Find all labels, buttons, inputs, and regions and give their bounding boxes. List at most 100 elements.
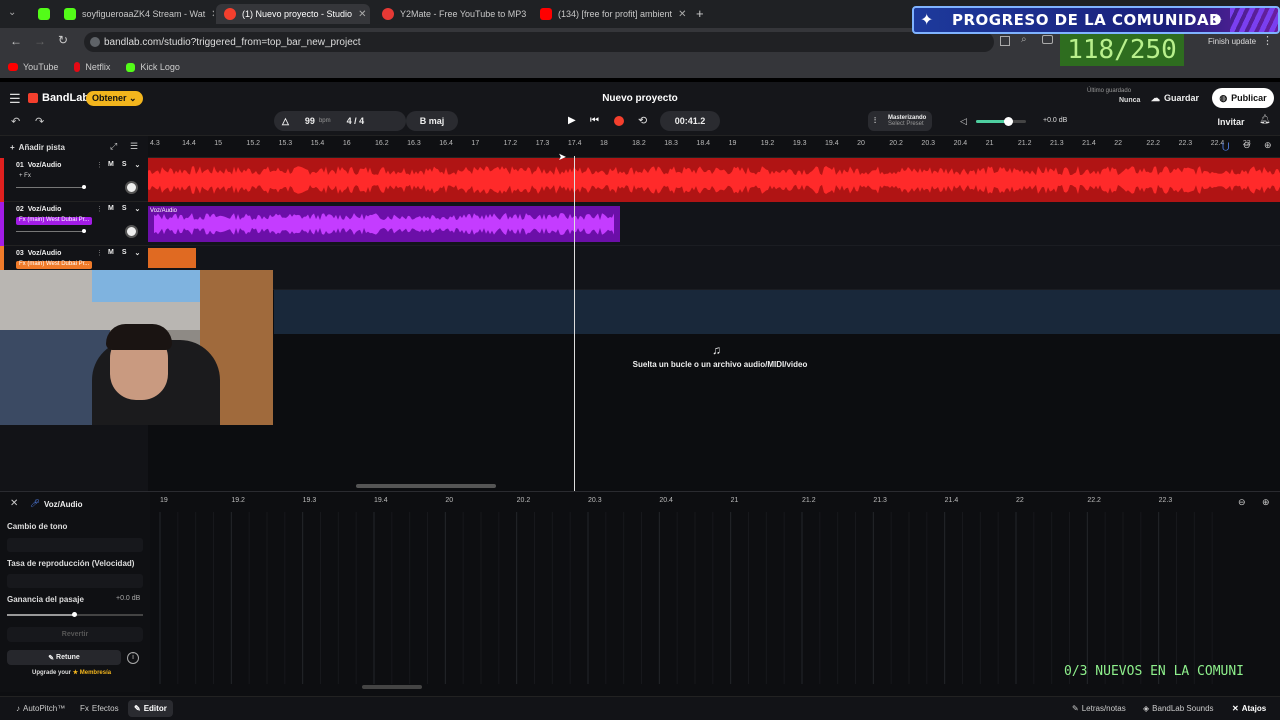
gain-knob[interactable] <box>72 612 77 617</box>
drag-handle-icon[interactable]: ⋮ <box>96 161 103 169</box>
close-tab-icon[interactable]: ✕ <box>358 9 366 20</box>
bookmark-netflix[interactable]: Netflix <box>74 62 110 72</box>
empty-track-lane[interactable] <box>274 290 1280 334</box>
tab-kick-pinned[interactable] <box>30 4 54 24</box>
play-icon[interactable]: ▶ <box>568 115 576 126</box>
bookmark-kick-logo[interactable]: Kick Logo <box>126 62 180 72</box>
add-fx-button[interactable]: + Fx <box>16 173 34 181</box>
cast-icon[interactable] <box>1000 36 1010 46</box>
volume-knob[interactable] <box>1004 117 1013 126</box>
time-signature[interactable]: 4 / 4 <box>347 116 365 126</box>
editor-ruler[interactable]: 19 19.2 19.3 19.4 20 20.2 20.3 20.4 21 21.2 21.3 21… <box>150 492 1280 512</box>
editor-grid[interactable] <box>150 512 1280 684</box>
tab-youtube[interactable]: (134) [free for profit] ambient ✕ <box>532 4 688 24</box>
close-editor-icon[interactable]: ✕ <box>10 498 18 509</box>
solo-button[interactable]: S <box>122 249 127 257</box>
drag-handle-icon[interactable]: ⋮ <box>96 205 103 213</box>
track-settings-icon[interactable]: ☰ <box>130 141 138 152</box>
chevron-down-icon[interactable]: ⌄ <box>135 249 141 257</box>
mastering-selector[interactable]: ⫶ Masterizando Select Preset <box>868 111 932 131</box>
rate-stepper[interactable] <box>7 574 143 588</box>
close-tab-icon[interactable]: ✕ <box>211 9 214 20</box>
track-row[interactable]: 02 Voz/Audio ⋮ M S ⌄ Fx (main) West Duba… <box>0 202 148 246</box>
drag-handle-icon[interactable]: ⋮ <box>96 249 103 257</box>
key-selector[interactable]: B maj <box>406 111 458 131</box>
project-title[interactable]: Nuevo proyecto <box>560 93 720 104</box>
fx-chain-button[interactable]: Fx (main) West Dubai Pr... <box>16 217 93 225</box>
skip-back-icon[interactable]: ⏮ <box>590 115 599 126</box>
retune-button[interactable]: ✎ Retune <box>7 650 121 665</box>
bell-icon[interactable]: 🔔︎ <box>1259 114 1270 125</box>
tab-y2mate[interactable]: Y2Mate - Free YouTube to MP3 ✕ <box>374 4 528 24</box>
tab-bandlab-studio[interactable]: (1) Nuevo proyecto - Studio ✕ <box>216 4 370 24</box>
track-row[interactable]: 01 Voz/Audio ⋮ M S ⌄ + Fx <box>0 158 148 202</box>
track-volume-slider[interactable] <box>16 185 86 189</box>
site-info-icon[interactable] <box>90 37 100 47</box>
menu-icon[interactable]: ⋮ <box>1262 34 1273 47</box>
automation-icon[interactable]: ⤢ <box>110 141 117 152</box>
waveform-track-2[interactable]: Voz/Audio <box>148 202 1280 246</box>
waveform-track-1[interactable] <box>148 158 1280 202</box>
url-field[interactable]: bandlab.com/studio?triggered_from=top_ba… <box>84 32 994 52</box>
shortcuts-tab[interactable]: ✕ Atajos <box>1232 704 1266 713</box>
audio-clip-track-3[interactable] <box>148 248 196 268</box>
gain-slider[interactable] <box>7 612 143 617</box>
speaker-icon[interactable]: ◁ <box>960 116 967 127</box>
hamburger-menu-icon[interactable]: ☰ <box>9 91 21 107</box>
editor-tab[interactable]: ✎ Editor <box>128 700 173 717</box>
bandlab-sounds-tab[interactable]: ◈ BandLab Sounds <box>1143 704 1214 713</box>
bandlab-logo[interactable]: BandLab <box>28 92 89 104</box>
playhead[interactable] <box>574 156 575 491</box>
invite-button[interactable]: Invitar <box>1210 112 1252 132</box>
finish-update-button[interactable]: Finish update <box>1208 37 1256 46</box>
chevron-down-icon[interactable]: ⌄ <box>135 161 141 169</box>
save-button[interactable]: ☁ Guardar <box>1144 88 1206 108</box>
chevron-down-icon[interactable]: ⌄ <box>135 205 141 213</box>
bookmark-youtube[interactable]: YouTube <box>8 62 58 72</box>
editor-zoom-in-icon[interactable]: ⊕ <box>1262 497 1270 508</box>
track-name[interactable]: 02 Voz/Audio <box>16 206 61 213</box>
revert-button[interactable]: Revertir <box>7 627 143 642</box>
autopitch-tab[interactable]: ♪ AutoPitch™ <box>16 704 65 713</box>
slider-knob[interactable] <box>82 229 86 233</box>
lane-track-1[interactable] <box>148 158 1280 202</box>
mute-button[interactable]: M <box>108 205 114 213</box>
close-tab-icon[interactable]: ✕ <box>678 9 686 20</box>
snap-magnet-icon[interactable]: ⋃ <box>1222 141 1229 152</box>
pitch-stepper[interactable] <box>7 538 143 552</box>
horizontal-scrollbar[interactable] <box>356 484 496 488</box>
lane-track-3[interactable] <box>148 246 1280 290</box>
editor-zoom-out-icon[interactable]: ⊖ <box>1238 497 1246 508</box>
bpm-value[interactable]: 99 <box>305 116 315 126</box>
slider-knob[interactable] <box>82 185 86 189</box>
lane-track-2[interactable]: Voz/Audio <box>148 202 1280 246</box>
timeline-ruler[interactable]: 4.3 14.4 15 15.2 15.3 15.4 16 16.2 16.3 16.4 17 17.… <box>148 136 1280 158</box>
solo-button[interactable]: S <box>122 205 127 213</box>
editor-scrollbar[interactable] <box>362 685 422 689</box>
get-membership-button[interactable]: Obtener ⌄ <box>86 91 143 106</box>
publish-button[interactable]: ◍ Publicar <box>1212 88 1274 108</box>
tab-kick-stream[interactable]: soyfigueroaaZK4 Stream - Wat ✕ <box>56 4 214 24</box>
new-tab-icon[interactable]: + <box>696 6 704 21</box>
back-icon[interactable]: ← <box>10 34 22 48</box>
undo-icon[interactable]: ↶ <box>11 115 20 128</box>
zoom-icon[interactable]: ⌕ <box>1021 34 1027 45</box>
redo-icon[interactable]: ↷ <box>35 115 44 128</box>
add-track-button[interactable]: + Añadir pista <box>0 136 148 158</box>
loop-icon[interactable]: ⟲ <box>638 114 647 127</box>
zoom-out-icon[interactable]: ⊖ <box>1243 140 1251 151</box>
screenshot-icon[interactable] <box>1042 35 1053 44</box>
mute-button[interactable]: M <box>108 249 114 257</box>
pan-dial[interactable] <box>125 225 138 238</box>
forward-icon[interactable]: → <box>34 34 46 48</box>
track-volume-slider[interactable] <box>16 229 86 233</box>
fx-chain-button[interactable]: Fx (main) West Dubai Pr... <box>16 261 93 269</box>
track-name[interactable]: 03 Voz/Audio <box>16 250 61 257</box>
mute-button[interactable]: M <box>108 161 114 169</box>
metronome-icon[interactable]: △ <box>282 116 289 127</box>
tab-search-icon[interactable]: ⌄ <box>8 7 16 18</box>
pan-dial[interactable] <box>125 181 138 194</box>
track-name[interactable]: 01 Voz/Audio <box>16 162 61 169</box>
reload-icon[interactable]: ↻ <box>58 33 68 47</box>
master-volume-slider[interactable] <box>976 117 1026 126</box>
